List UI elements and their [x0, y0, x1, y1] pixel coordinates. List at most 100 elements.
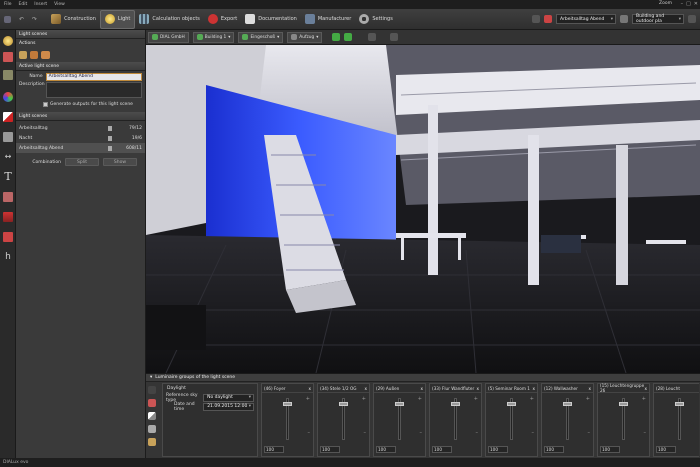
- texture-icon[interactable]: [3, 192, 13, 202]
- plus-icon[interactable]: +: [642, 396, 646, 402]
- camera-icon[interactable]: [3, 232, 13, 242]
- sky-type-select[interactable]: No daylight: [203, 393, 254, 402]
- minus-icon[interactable]: –: [588, 430, 591, 436]
- height-icon[interactable]: h: [3, 252, 13, 262]
- dimming-value[interactable]: 100: [656, 446, 676, 453]
- room-breadcrumb[interactable]: Aufzug ▾: [287, 31, 323, 43]
- slider-handle[interactable]: [395, 402, 404, 406]
- plus-icon[interactable]: +: [586, 396, 590, 402]
- 3d-viewport[interactable]: [146, 45, 700, 373]
- minus-icon[interactable]: –: [476, 430, 479, 436]
- slider-handle[interactable]: [451, 402, 460, 406]
- dimming-slider[interactable]: [395, 398, 404, 440]
- dimming-slider[interactable]: [283, 398, 292, 440]
- light-bulb-icon[interactable]: [3, 36, 13, 46]
- list-item[interactable]: Arbeitsalltag Abend 608/11: [16, 143, 145, 153]
- minus-icon[interactable]: –: [308, 430, 311, 436]
- settings-button[interactable]: Settings: [355, 10, 397, 29]
- floor-breadcrumb[interactable]: Eingeschoß ▾: [238, 31, 284, 43]
- close-icon[interactable]: x: [533, 386, 535, 391]
- dimming-value[interactable]: 100: [376, 446, 396, 453]
- light-tool-icon[interactable]: [148, 412, 156, 420]
- close-icon[interactable]: x: [645, 386, 647, 391]
- documentation-button[interactable]: Documentation: [241, 10, 301, 29]
- minus-icon[interactable]: –: [420, 430, 423, 436]
- luminaire-select-icon[interactable]: [148, 399, 156, 407]
- measure-icon[interactable]: ↔: [3, 152, 13, 162]
- undo-button[interactable]: ↶: [15, 10, 28, 29]
- group-scene-icon[interactable]: [41, 51, 50, 59]
- description-input[interactable]: [46, 82, 142, 98]
- show-button[interactable]: Show: [103, 158, 137, 166]
- minus-icon[interactable]: –: [644, 430, 647, 436]
- close-icon[interactable]: x: [421, 386, 423, 391]
- project-breadcrumb[interactable]: DIAL GmbH: [148, 31, 189, 43]
- close-icon[interactable]: x: [365, 386, 367, 391]
- text-icon[interactable]: T: [3, 171, 13, 182]
- slider-handle[interactable]: [675, 402, 684, 406]
- list-item[interactable]: Arbeitsalltag 79/12: [16, 123, 145, 133]
- export-button[interactable]: Export: [204, 10, 241, 29]
- dimming-slider[interactable]: [619, 398, 628, 440]
- color-wheel-icon[interactable]: [3, 92, 13, 102]
- menu-file[interactable]: File: [4, 2, 12, 7]
- building-breadcrumb[interactable]: Building 1 ▾: [192, 31, 235, 43]
- slider-handle[interactable]: [619, 402, 628, 406]
- plus-icon[interactable]: +: [474, 396, 478, 402]
- dimming-slider[interactable]: [507, 398, 516, 440]
- scene-group-icon[interactable]: [148, 438, 156, 446]
- monitor-icon[interactable]: [620, 15, 628, 23]
- dimming-slider[interactable]: [563, 398, 572, 440]
- scene-name-input[interactable]: Arbeitsalltag Abend: [45, 72, 142, 81]
- light-tool-icon[interactable]: [3, 112, 13, 122]
- light-button[interactable]: Light: [99, 9, 136, 29]
- dimming-slider[interactable]: [451, 398, 460, 440]
- minus-icon[interactable]: –: [364, 430, 367, 436]
- fullscreen-icon[interactable]: [688, 15, 696, 23]
- redo-button[interactable]: ↷: [28, 10, 41, 29]
- object-icon[interactable]: [3, 70, 13, 80]
- cut-icon[interactable]: [3, 212, 13, 222]
- camera-fit-icon[interactable]: [368, 33, 377, 41]
- scene-toggle-icon[interactable]: [532, 15, 540, 23]
- manufacturer-button[interactable]: Manufacturer: [301, 10, 356, 29]
- close-icon[interactable]: x: [589, 386, 591, 391]
- collapse-icon[interactable]: ▾: [150, 375, 152, 380]
- minus-icon[interactable]: –: [532, 430, 535, 436]
- menu-edit[interactable]: Edit: [19, 2, 28, 7]
- minimize-icon[interactable]: –: [681, 1, 684, 7]
- save-button[interactable]: [0, 10, 15, 29]
- lamp-icon[interactable]: [148, 425, 156, 433]
- menu-view[interactable]: View: [54, 2, 65, 7]
- menu-insert[interactable]: Insert: [34, 2, 47, 7]
- plus-icon[interactable]: +: [418, 396, 422, 402]
- slider-handle[interactable]: [507, 402, 516, 406]
- dimming-value[interactable]: 100: [264, 446, 284, 453]
- dimming-value[interactable]: 100: [600, 446, 620, 453]
- slider-handle[interactable]: [563, 402, 572, 406]
- close-icon[interactable]: x: [309, 386, 311, 391]
- material-icon[interactable]: [3, 132, 13, 142]
- luminaire-icon[interactable]: [3, 52, 13, 62]
- view-plan-icon[interactable]: [344, 33, 353, 41]
- view-3d-icon[interactable]: [332, 33, 341, 41]
- slider-handle[interactable]: [339, 402, 348, 406]
- construction-button[interactable]: Construction: [47, 10, 100, 29]
- dimming-value[interactable]: 100: [488, 446, 508, 453]
- navigation-icon[interactable]: [390, 33, 399, 41]
- dimming-slider[interactable]: [339, 398, 348, 440]
- calculation-objects-button[interactable]: Calculation objects: [135, 10, 204, 29]
- close-icon[interactable]: ✕: [694, 1, 698, 7]
- split-button[interactable]: Split: [65, 158, 99, 166]
- date-time-select[interactable]: 21.09.2015 12:00: [203, 402, 254, 411]
- copy-scene-icon[interactable]: [30, 51, 38, 59]
- maximize-icon[interactable]: □: [686, 1, 691, 7]
- dimming-value[interactable]: 100: [432, 446, 452, 453]
- dimming-slider[interactable]: [675, 398, 684, 440]
- dimming-value[interactable]: 100: [320, 446, 340, 453]
- add-scene-icon[interactable]: [19, 51, 27, 59]
- plus-icon[interactable]: +: [306, 396, 310, 402]
- view-select[interactable]: Building and outdoor pla: [632, 14, 684, 24]
- plus-icon[interactable]: +: [362, 396, 366, 402]
- light-scene-select[interactable]: Arbeitsalltag Abend: [556, 14, 616, 24]
